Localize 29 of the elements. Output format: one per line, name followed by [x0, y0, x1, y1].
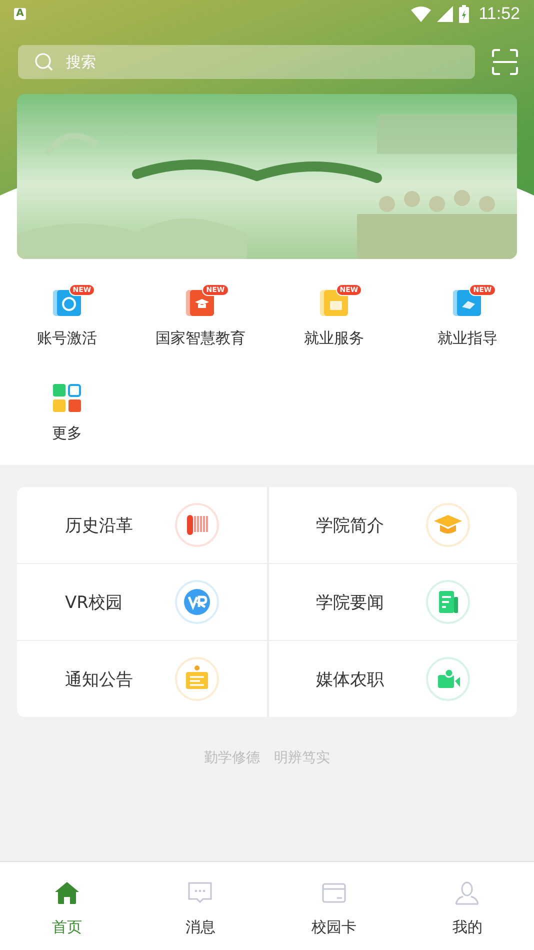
battery-icon	[458, 5, 469, 23]
tab-item[interactable]: 首页	[0, 862, 134, 950]
search-icon	[34, 52, 54, 72]
service-item[interactable]: 通知公告	[17, 641, 267, 717]
wifi-icon	[410, 6, 431, 22]
chat-icon	[187, 880, 214, 906]
video-camera-icon	[426, 657, 470, 701]
card-icon	[320, 880, 347, 906]
tab-item[interactable]: 消息	[134, 862, 267, 950]
person-icon	[454, 880, 480, 906]
vr-icon	[175, 580, 219, 624]
news-icon	[426, 580, 470, 624]
service-item[interactable]: 媒体农职	[267, 641, 517, 717]
grid-icon	[52, 384, 81, 412]
tab-item[interactable]: 我的	[400, 862, 534, 950]
tab-item[interactable]: 校园卡	[267, 862, 400, 950]
service-item[interactable]: 历史沿革	[17, 487, 267, 564]
shortcut-item[interactable]: 更多	[0, 384, 134, 443]
scan-icon[interactable]	[492, 49, 518, 75]
notice-board-icon	[175, 657, 219, 701]
service-item[interactable]: 学院要闻	[267, 564, 517, 641]
clock-time: 11:52	[478, 4, 520, 24]
home-icon	[54, 880, 80, 906]
signal-icon	[436, 6, 453, 22]
service-item[interactable]: 学院简介	[267, 487, 517, 564]
graduation-cap-icon	[426, 503, 470, 547]
service-item[interactable]: VR校园	[17, 564, 267, 641]
notification-icon: A	[14, 8, 26, 20]
scroll-icon	[175, 503, 219, 547]
